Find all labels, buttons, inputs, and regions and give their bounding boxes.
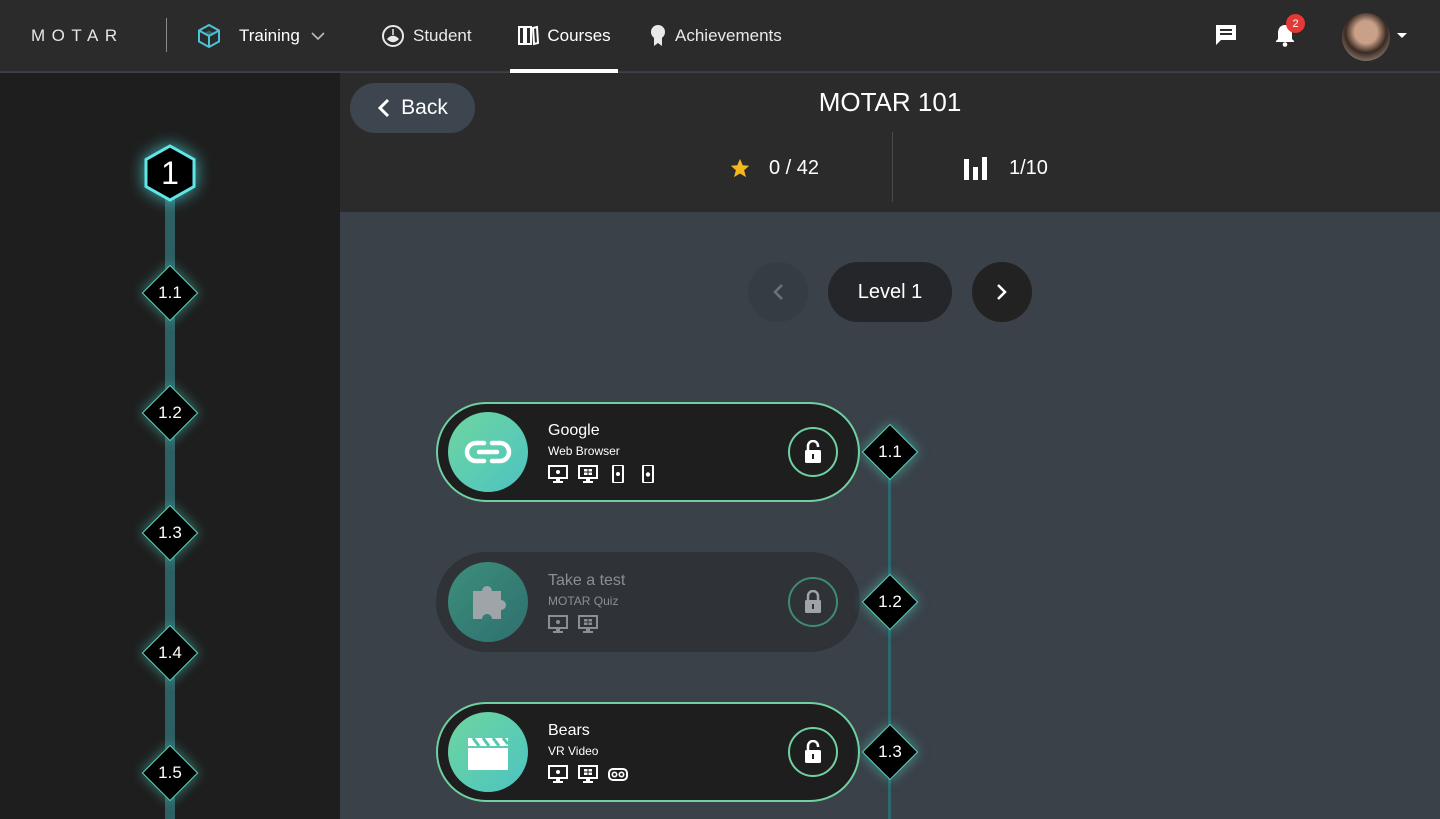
notification-badge: 2 bbox=[1286, 14, 1305, 33]
nav-student[interactable]: Student bbox=[381, 0, 472, 72]
chevron-down-icon bbox=[311, 32, 325, 41]
sidebar-node-label: 1.4 bbox=[158, 643, 182, 662]
activity-icon-circle bbox=[448, 712, 528, 792]
sidebar-node-label: 1.1 bbox=[158, 283, 182, 302]
stars-value: 0 / 42 bbox=[769, 156, 820, 179]
level-progress-value: 1/10 bbox=[1009, 156, 1048, 179]
chevron-left-icon bbox=[773, 284, 783, 300]
sidebar-node-label: 1.3 bbox=[158, 523, 182, 542]
unlocked-padlock-icon bbox=[805, 440, 821, 463]
top-navbar: MOTAR Training Student Courses Achieveme… bbox=[0, 0, 1440, 73]
nav-divider bbox=[166, 18, 167, 52]
level-sidebar: 1 1.1 1.2 1.3 1.4 1.5 bbox=[0, 73, 340, 819]
mac-icon bbox=[548, 615, 568, 633]
bar-chart-icon bbox=[964, 157, 987, 180]
activity-subtitle: Web Browser bbox=[548, 444, 620, 458]
clapperboard-icon bbox=[468, 737, 510, 770]
activity-icon-circle bbox=[448, 562, 528, 642]
sidebar-node-label: 1.2 bbox=[158, 403, 182, 422]
mode-dropdown[interactable]: Training bbox=[196, 22, 325, 50]
mode-label: Training bbox=[239, 26, 300, 45]
lock-button[interactable] bbox=[788, 577, 838, 627]
link-icon bbox=[464, 440, 512, 464]
caret-down-icon[interactable] bbox=[1397, 33, 1407, 38]
android-icon bbox=[608, 464, 628, 484]
student-icon bbox=[382, 25, 404, 47]
cube-icon bbox=[198, 23, 220, 49]
activity-card-google[interactable]: Google Web Browser bbox=[436, 402, 860, 502]
platform-list bbox=[548, 464, 658, 484]
stars-stat: 0 / 42 bbox=[729, 153, 819, 183]
star-icon bbox=[730, 158, 750, 178]
unlocked-padlock-icon bbox=[805, 740, 821, 763]
chevron-right-icon bbox=[997, 284, 1007, 300]
activity-title: Take a test bbox=[548, 572, 626, 589]
course-header: Back MOTAR 101 0 / 42 1/10 bbox=[340, 73, 1440, 212]
avatar[interactable] bbox=[1342, 13, 1390, 61]
activity-node-label: 1.3 bbox=[878, 742, 902, 761]
padlock-icon bbox=[805, 590, 821, 613]
course-title: MOTAR 101 bbox=[818, 87, 962, 117]
ios-icon bbox=[638, 464, 658, 484]
level-progress-stat: 1/10 bbox=[963, 153, 1048, 183]
nav-courses[interactable]: Courses bbox=[510, 0, 618, 73]
puzzle-icon bbox=[473, 586, 506, 619]
level-label: Level 1 bbox=[828, 262, 952, 322]
nav-courses-label: Courses bbox=[547, 26, 611, 45]
nav-achievements[interactable]: Achievements bbox=[649, 0, 782, 72]
sidebar-node-label: 1.5 bbox=[158, 763, 182, 782]
activity-node-label: 1.2 bbox=[878, 592, 902, 611]
windows-icon bbox=[578, 765, 598, 783]
vr-headset-icon bbox=[608, 765, 628, 783]
platform-list bbox=[548, 615, 598, 633]
next-level-button[interactable] bbox=[972, 262, 1032, 322]
unlock-button[interactable] bbox=[788, 727, 838, 777]
nav-student-label: Student bbox=[413, 26, 472, 45]
stat-divider bbox=[892, 132, 893, 202]
unlock-button[interactable] bbox=[788, 427, 838, 477]
activity-card-take-a-test[interactable]: Take a test MOTAR Quiz bbox=[436, 552, 860, 652]
activity-card-bears[interactable]: Bears VR Video bbox=[436, 702, 860, 802]
nav-achievements-label: Achievements bbox=[675, 26, 782, 45]
activity-title: Bears bbox=[548, 722, 590, 739]
windows-icon bbox=[578, 615, 598, 633]
activity-subtitle: VR Video bbox=[548, 744, 599, 758]
activity-subtitle: MOTAR Quiz bbox=[548, 594, 619, 608]
mac-icon bbox=[548, 465, 568, 483]
mac-icon bbox=[548, 765, 568, 783]
courses-icon bbox=[518, 25, 540, 46]
activity-node-label: 1.1 bbox=[878, 442, 902, 461]
motar-logo[interactable]: MOTAR bbox=[31, 26, 124, 46]
platform-list bbox=[548, 765, 628, 783]
activity-icon-circle bbox=[448, 412, 528, 492]
previous-level-button[interactable] bbox=[748, 262, 808, 322]
level-hexagon-label: 1 bbox=[161, 154, 179, 191]
windows-icon bbox=[578, 465, 598, 483]
achievements-icon bbox=[651, 25, 665, 46]
activity-title: Google bbox=[548, 422, 600, 439]
message-icon[interactable] bbox=[1213, 22, 1239, 48]
